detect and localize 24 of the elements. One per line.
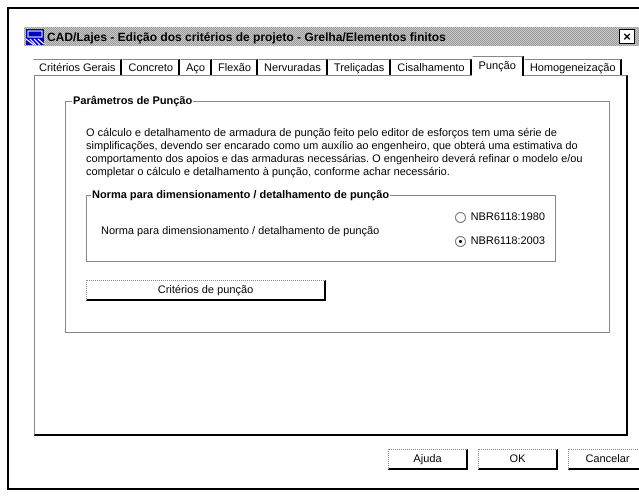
group-title: Norma para dimensionamento / detalhamento de punção xyxy=(91,189,390,201)
radio-label: NBR6118:1980 xyxy=(470,211,545,223)
close-button[interactable]: × xyxy=(619,29,635,44)
tab[interactable]: Punção xyxy=(472,56,524,76)
norm-label: Norma para dimensionamento / detalhamento de punção xyxy=(101,225,380,237)
dialog-button[interactable]: OK xyxy=(478,449,558,470)
window-title: CAD/Lajes - Edição dos critérios de projeto - Grelha/Elementos finitos xyxy=(47,30,447,44)
description-text: O cálculo e detalhamento de armadura de punção feito pelo editor de esforços tem uma série de simplificações, devendo ser encarado como um auxílio ao engenheiro, que obterá uma estimativa do comportamento dos apoios e das armaduras necessárias. O engenheiro deverá refinar o modelo e/ou completar o cálculo e detalhamento à punção, conforme achar necessário. xyxy=(86,127,584,179)
tab[interactable]: Homogeneização xyxy=(524,59,622,75)
tab[interactable]: Concreto xyxy=(122,59,180,75)
tab[interactable]: Critérios Gerais xyxy=(33,59,122,75)
radio-label: NBR6118:2003 xyxy=(470,235,545,247)
tab[interactable]: Flexão xyxy=(212,59,258,75)
tab[interactable]: Nervuradas xyxy=(258,59,328,75)
radio-button[interactable] xyxy=(454,236,466,246)
dialog-button[interactable]: Cancelar xyxy=(568,449,639,470)
dialog-button[interactable]: Ajuda xyxy=(388,449,468,470)
radio-button[interactable] xyxy=(454,212,466,222)
tab[interactable]: Aço xyxy=(180,59,212,75)
tab[interactable]: Cisalhamento xyxy=(391,59,472,75)
group-title: Parâmetros de Punção xyxy=(72,95,194,107)
tab[interactable]: Treliçadas xyxy=(328,59,392,75)
criteria-button[interactable]: Critérios de punção xyxy=(86,280,326,301)
logo-icon xyxy=(26,28,44,44)
